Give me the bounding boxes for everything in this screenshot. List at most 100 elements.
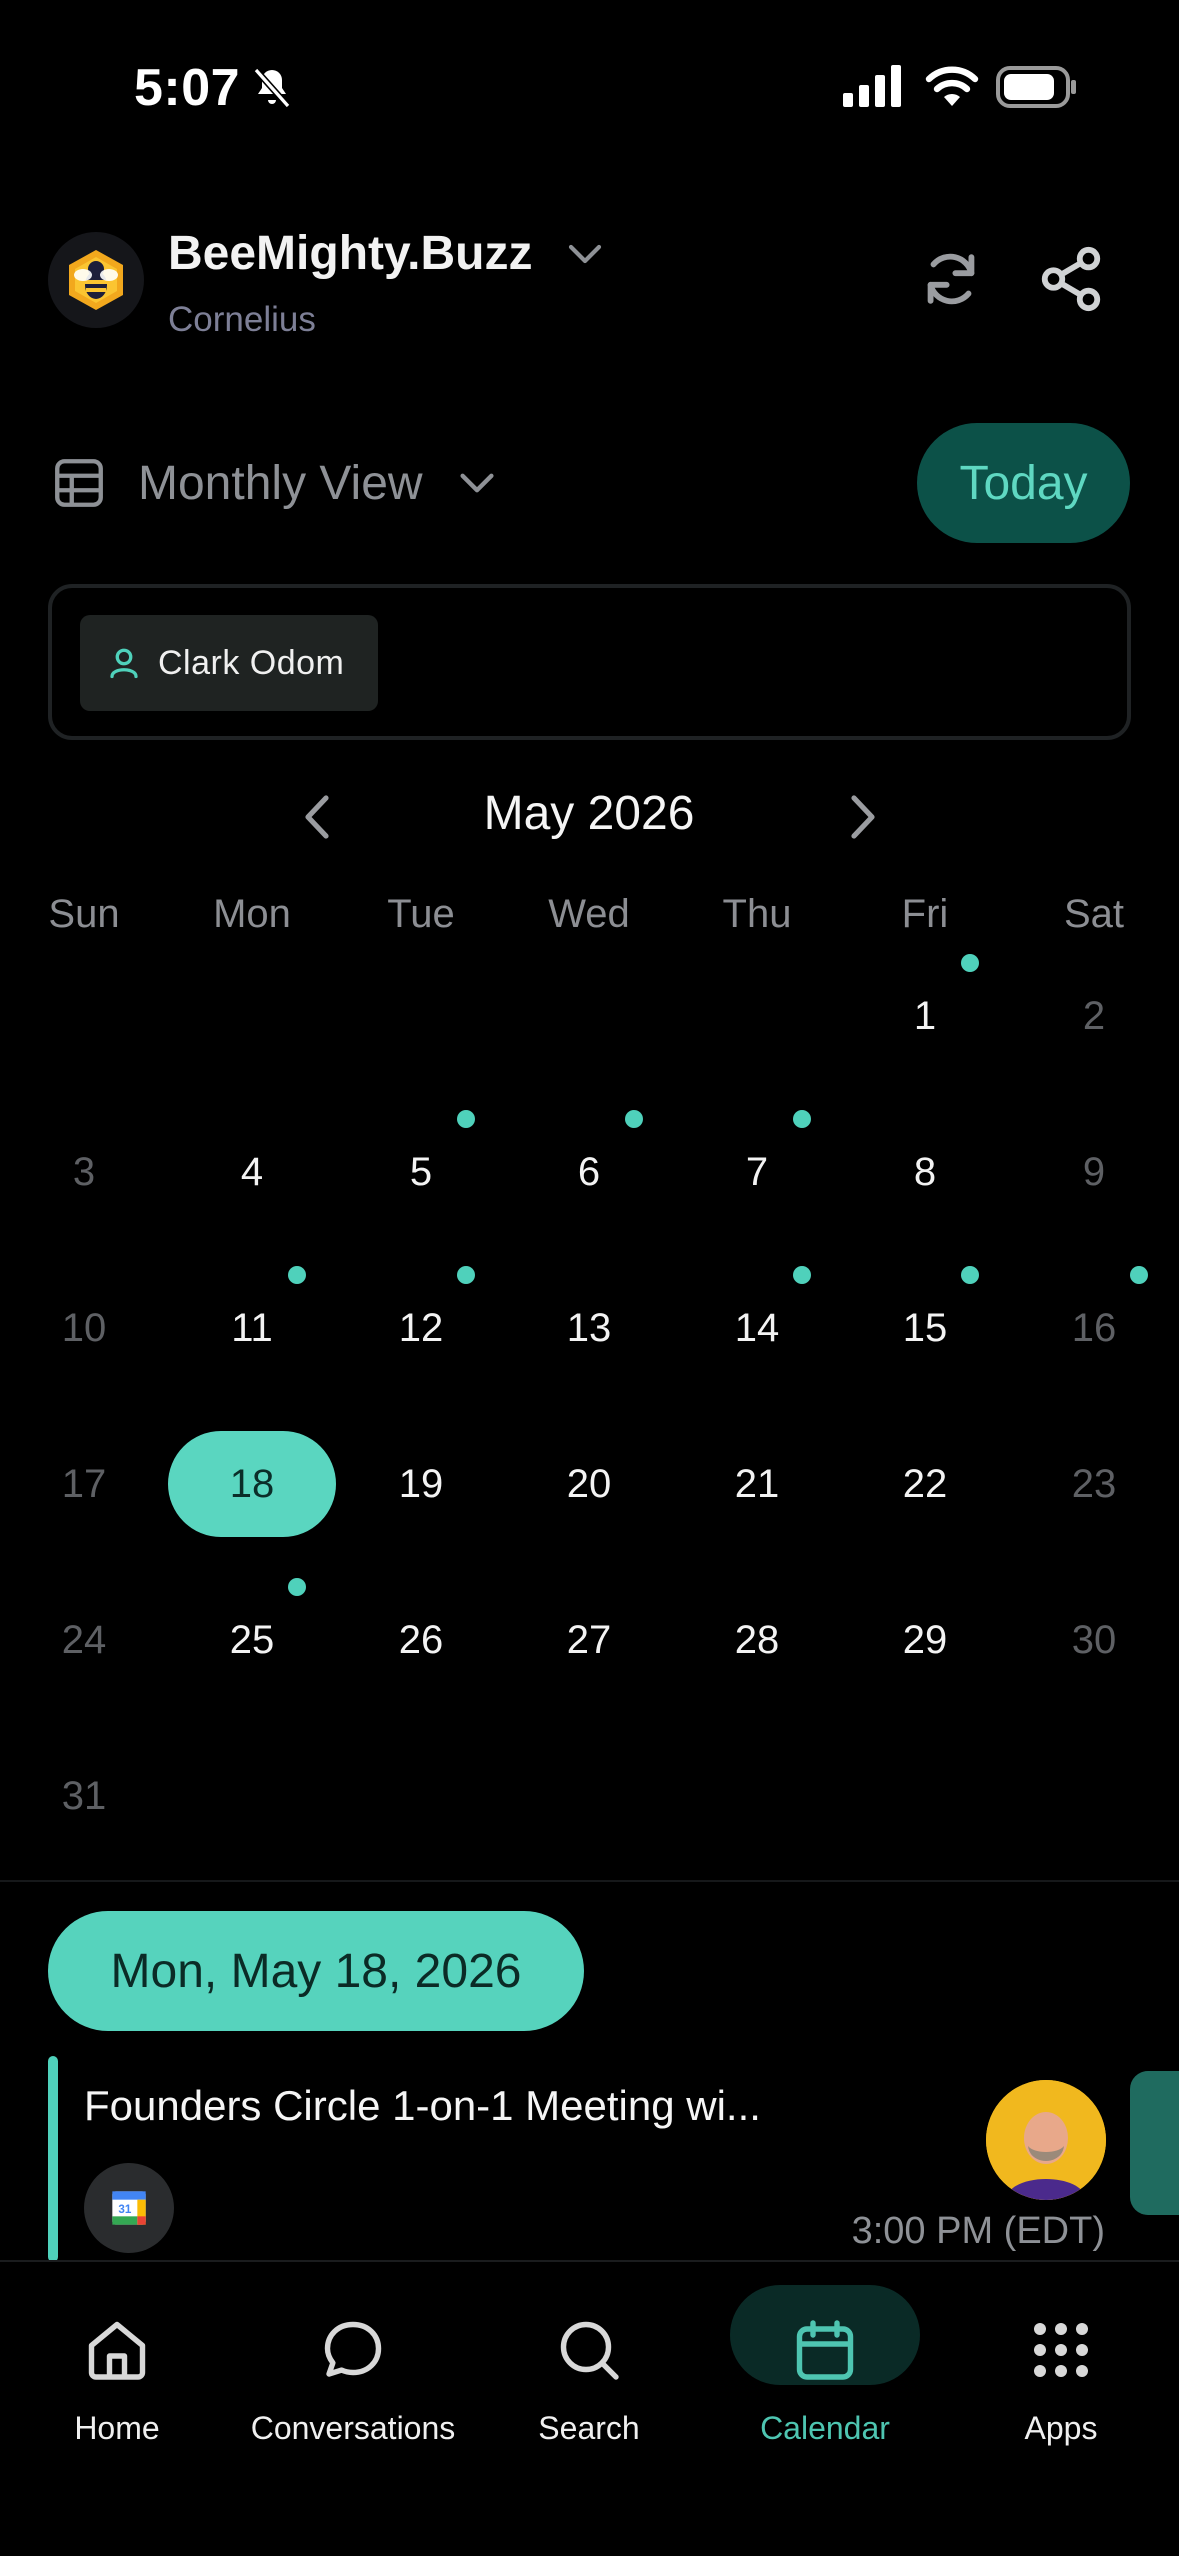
event-indicator-dot	[961, 1266, 979, 1284]
event-indicator-dot	[793, 1266, 811, 1284]
calendar-day[interactable]: 14	[673, 1275, 841, 1381]
calendar-day[interactable]: 25	[168, 1587, 336, 1693]
calendar-day-number: 1	[913, 993, 937, 1038]
event-indicator-dot	[961, 954, 979, 972]
calendar-day[interactable]: 29	[841, 1587, 1009, 1693]
weekday-label: Wed	[548, 892, 630, 936]
nav-conversations[interactable]: Conversations	[238, 2288, 468, 2488]
calendar-day[interactable]: 5	[337, 1119, 505, 1225]
calendar-day[interactable]: 15	[841, 1275, 1009, 1381]
bottom-nav: Home Conversations Search Calendar Apps	[0, 2260, 1179, 2556]
calendar-day[interactable]: 6	[505, 1119, 673, 1225]
google-calendar-icon: 31	[84, 2163, 174, 2253]
org-logo[interactable]	[48, 232, 144, 328]
org-subtitle: Cornelius	[168, 300, 316, 339]
today-button[interactable]: Today	[917, 423, 1130, 543]
share-icon[interactable]	[1036, 244, 1106, 314]
weekday-label: Sun	[48, 892, 120, 936]
calendar-icon	[796, 2320, 854, 2380]
side-drawer-tab[interactable]	[1130, 2071, 1179, 2215]
nav-label: Conversations	[250, 2410, 456, 2446]
calendar-day[interactable]: 11	[168, 1275, 336, 1381]
weekday-label: Fri	[901, 892, 949, 936]
calendar-day-number: 25	[229, 1617, 275, 1662]
apps-grid-icon	[1034, 2323, 1088, 2377]
cellular-signal-icon	[843, 65, 901, 107]
battery-icon	[996, 66, 1076, 108]
calendar-day[interactable]: 30	[1010, 1587, 1178, 1693]
calendar-day[interactable]: 27	[505, 1587, 673, 1693]
calendar-day[interactable]: 17	[0, 1431, 168, 1537]
calendar-day-number: 22	[902, 1461, 948, 1506]
search-icon	[560, 2321, 619, 2380]
nav-label: Home	[74, 2410, 160, 2446]
calendar-day-number: 8	[913, 1149, 937, 1194]
calendar-day-number: 19	[398, 1461, 444, 1506]
calendar-day-number: 9	[1082, 1149, 1106, 1194]
weekday-label: Tue	[387, 892, 455, 936]
event-indicator-dot	[457, 1110, 475, 1128]
view-label: Monthly View	[138, 456, 423, 510]
event-indicator-dot	[1130, 1266, 1148, 1284]
nav-label: Apps	[1024, 2410, 1098, 2446]
calendar-day[interactable]: 16	[1010, 1275, 1178, 1381]
previous-month-button[interactable]	[296, 790, 340, 844]
calendar-day[interactable]: 31	[0, 1743, 168, 1849]
nav-search[interactable]: Search	[474, 2288, 704, 2488]
calendar-day[interactable]: 7	[673, 1119, 841, 1225]
calendar-day-number: 27	[566, 1617, 612, 1662]
event-accent-bar	[48, 2056, 58, 2262]
calendar-day-selected[interactable]: 18	[168, 1431, 336, 1537]
calendar-day[interactable]: 22	[841, 1431, 1009, 1537]
wifi-icon	[925, 66, 979, 106]
calendar-day-number: 11	[231, 1305, 273, 1350]
calendar-day[interactable]: 1	[841, 963, 1009, 1069]
nav-home[interactable]: Home	[2, 2288, 232, 2488]
calendar-day-number: 14	[734, 1305, 780, 1350]
chevron-down-icon	[460, 473, 494, 493]
event-title[interactable]: Founders Circle 1-on-1 Meeting wi...	[84, 2082, 761, 2130]
event-time: 3:00 PM (EDT)	[851, 2210, 1105, 2252]
calendar-day-number: 30	[1071, 1617, 1117, 1662]
view-selector[interactable]: Monthly View	[50, 450, 499, 516]
table-grid-icon	[55, 459, 103, 507]
calendar-day[interactable]: 26	[337, 1587, 505, 1693]
status-time: 5:07	[134, 59, 241, 117]
calendar-day-number: 18	[229, 1461, 275, 1506]
calendar-day-number: 13	[566, 1305, 612, 1350]
calendar-day[interactable]: 2	[1010, 963, 1178, 1069]
month-label: May 2026	[483, 787, 695, 840]
calendar-day[interactable]: 12	[337, 1275, 505, 1381]
event-indicator-dot	[793, 1110, 811, 1128]
svg-text:31: 31	[118, 2203, 131, 2216]
calendar-day[interactable]: 8	[841, 1119, 1009, 1225]
calendar-day-number: 20	[566, 1461, 612, 1506]
calendar-day[interactable]: 4	[168, 1119, 336, 1225]
filter-chip-label: Clark Odom	[158, 643, 345, 682]
nav-calendar[interactable]: Calendar	[710, 2288, 940, 2488]
sync-icon[interactable]	[916, 244, 986, 314]
calendar-day-number: 15	[902, 1305, 948, 1350]
calendar-day[interactable]: 24	[0, 1587, 168, 1693]
next-month-button[interactable]	[840, 790, 884, 844]
chevron-down-icon[interactable]	[564, 236, 606, 272]
calendar-day[interactable]: 9	[1010, 1119, 1178, 1225]
calendar-day[interactable]: 3	[0, 1119, 168, 1225]
home-icon	[88, 2321, 146, 2380]
calendar-day[interactable]: 23	[1010, 1431, 1178, 1537]
attendee-filter-chip[interactable]: Clark Odom	[80, 615, 378, 711]
calendar-day-number: 17	[61, 1461, 107, 1506]
calendar-day[interactable]: 19	[337, 1431, 505, 1537]
calendar-day-number: 4	[240, 1149, 264, 1194]
attendee-avatar	[986, 2080, 1106, 2200]
org-name[interactable]: BeeMighty.Buzz	[168, 226, 532, 281]
calendar-day[interactable]: 13	[505, 1275, 673, 1381]
calendar-day[interactable]: 20	[505, 1431, 673, 1537]
event-indicator-dot	[457, 1266, 475, 1284]
calendar-day[interactable]: 21	[673, 1431, 841, 1537]
calendar-day[interactable]: 10	[0, 1275, 168, 1381]
calendar-day-number: 26	[398, 1617, 444, 1662]
calendar-day[interactable]: 28	[673, 1587, 841, 1693]
nav-apps[interactable]: Apps	[946, 2288, 1176, 2488]
calendar-day-number: 7	[745, 1149, 769, 1194]
